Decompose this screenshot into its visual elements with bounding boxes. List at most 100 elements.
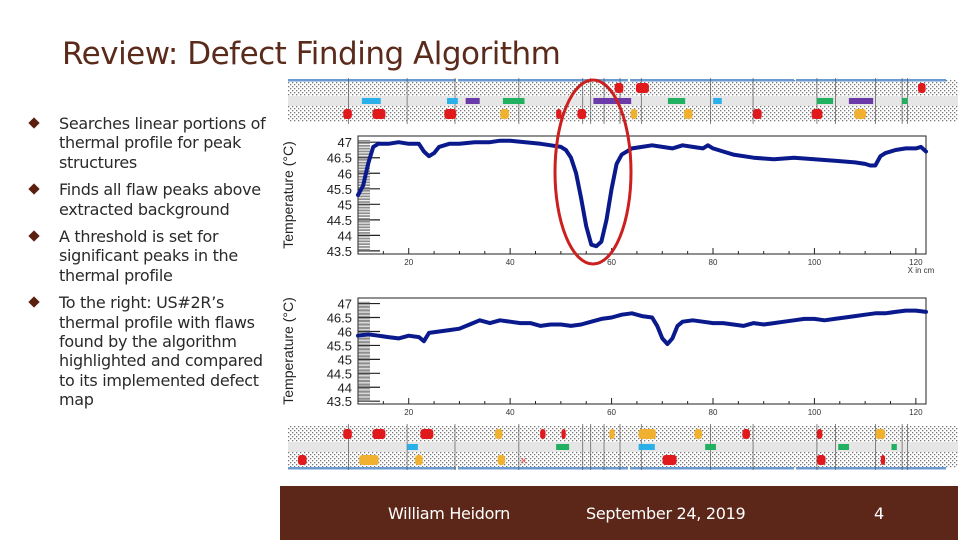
x-tick-label: 40 bbox=[506, 408, 515, 417]
defect-blob-red bbox=[444, 109, 457, 119]
defect-blob-red bbox=[880, 455, 886, 465]
data-point bbox=[675, 324, 680, 328]
defect-bar-cyan bbox=[407, 444, 418, 450]
defect-blob-orange bbox=[494, 429, 503, 439]
bullet-list: Searches linear portions of thermal prof… bbox=[28, 114, 280, 418]
diamond-bullet-icon bbox=[28, 183, 40, 195]
defect-bar-green bbox=[838, 444, 850, 450]
data-point bbox=[680, 143, 685, 147]
defect-map-bottom: × bbox=[288, 424, 958, 470]
defect-mark-x: × bbox=[519, 454, 528, 467]
defect-bar-green bbox=[556, 444, 570, 450]
data-point bbox=[523, 140, 527, 144]
defect-bar-purple bbox=[465, 98, 480, 104]
data-point bbox=[751, 321, 756, 325]
data-point bbox=[833, 159, 837, 163]
data-point bbox=[904, 308, 908, 313]
data-point bbox=[782, 320, 786, 324]
x-tick-label: 40 bbox=[506, 258, 515, 267]
data-point bbox=[893, 310, 898, 314]
data-point bbox=[407, 142, 411, 146]
map-frame-segment bbox=[458, 467, 628, 470]
x-tick-label: 60 bbox=[607, 408, 616, 417]
defect-blob-orange bbox=[875, 429, 886, 439]
map-middle-band bbox=[288, 442, 958, 452]
data-point bbox=[853, 314, 857, 318]
y-axis-label: Temperature (°C) bbox=[280, 297, 296, 405]
y-tick-label: 46.5 bbox=[327, 151, 352, 166]
data-point bbox=[630, 311, 634, 315]
bullet-text: Finds all flaw peaks above extracted bac… bbox=[59, 180, 261, 219]
data-point bbox=[680, 320, 685, 324]
data-point bbox=[386, 142, 391, 146]
y-tick-label: 46.5 bbox=[327, 311, 352, 326]
data-point bbox=[396, 140, 401, 144]
y-tick-label: 45.5 bbox=[327, 338, 352, 353]
data-point bbox=[914, 308, 918, 313]
data-point bbox=[432, 151, 436, 155]
map-frame-segment bbox=[796, 79, 946, 82]
x-tick-label: 20 bbox=[404, 408, 413, 417]
defect-bar-cyan bbox=[361, 98, 381, 104]
data-point bbox=[706, 143, 710, 147]
defect-bar-cyan bbox=[713, 98, 722, 104]
data-point bbox=[711, 321, 715, 325]
data-point bbox=[376, 334, 380, 338]
data-point bbox=[559, 322, 563, 327]
data-point bbox=[802, 317, 806, 321]
data-point bbox=[650, 143, 654, 147]
defect-blob-red bbox=[811, 109, 823, 119]
data-point bbox=[467, 322, 472, 327]
defect-blob-orange bbox=[500, 109, 509, 119]
defect-bar-green bbox=[705, 444, 716, 450]
bullet-item: A threshold is set for significant peaks… bbox=[28, 227, 280, 285]
data-point bbox=[751, 156, 756, 160]
defect-bar-green bbox=[502, 98, 525, 104]
data-point bbox=[711, 146, 715, 151]
data-point bbox=[549, 322, 553, 327]
data-point bbox=[721, 321, 725, 325]
data-point bbox=[883, 151, 888, 155]
bullet-text: A threshold is set for significant peaks… bbox=[59, 227, 238, 285]
data-point bbox=[741, 324, 746, 328]
y-tick-label: 47 bbox=[338, 135, 352, 150]
x-tick-label: 100 bbox=[808, 408, 822, 417]
data-point bbox=[822, 318, 827, 322]
y-tick-label: 47 bbox=[338, 297, 352, 312]
data-point bbox=[924, 310, 928, 314]
defect-blob-orange bbox=[854, 109, 867, 119]
bullet-item: To the right: US#2R’s thermal profile wi… bbox=[28, 293, 280, 409]
data-point bbox=[833, 317, 837, 321]
defect-blob-red bbox=[540, 429, 546, 439]
data-point bbox=[437, 145, 441, 149]
data-point bbox=[478, 318, 482, 322]
y-tick-label: 46 bbox=[338, 324, 352, 339]
data-point bbox=[914, 146, 918, 151]
data-point bbox=[792, 156, 796, 160]
footer-author: William Heidorn bbox=[388, 504, 510, 523]
data-point bbox=[528, 321, 533, 325]
data-point bbox=[488, 140, 492, 144]
defect-bar-green bbox=[902, 98, 908, 104]
data-point bbox=[569, 324, 573, 328]
x-tick-label: 20 bbox=[404, 258, 413, 267]
data-point bbox=[498, 139, 502, 143]
data-point bbox=[437, 329, 441, 334]
data-point bbox=[660, 145, 664, 149]
y-tick-label: 43.5 bbox=[327, 244, 352, 259]
thermal-profile-chart-bottom: 4746.54645.54544.54443.5 Temperature (°C)… bbox=[280, 297, 928, 417]
data-point bbox=[508, 139, 512, 143]
map-frame-segment bbox=[796, 467, 946, 470]
data-point bbox=[731, 153, 735, 157]
data-point bbox=[371, 145, 375, 149]
slide-footer: William Heidorn September 24, 2019 4 bbox=[280, 486, 958, 540]
data-point bbox=[447, 142, 451, 146]
data-point bbox=[599, 317, 604, 321]
data-point bbox=[417, 335, 421, 339]
map-frame-segment bbox=[288, 79, 456, 82]
defect-blob-red bbox=[816, 429, 823, 439]
y-tick-label: 44.5 bbox=[327, 366, 352, 381]
defect-blob-red bbox=[343, 429, 352, 439]
data-point bbox=[518, 321, 522, 325]
data-point bbox=[731, 322, 735, 327]
